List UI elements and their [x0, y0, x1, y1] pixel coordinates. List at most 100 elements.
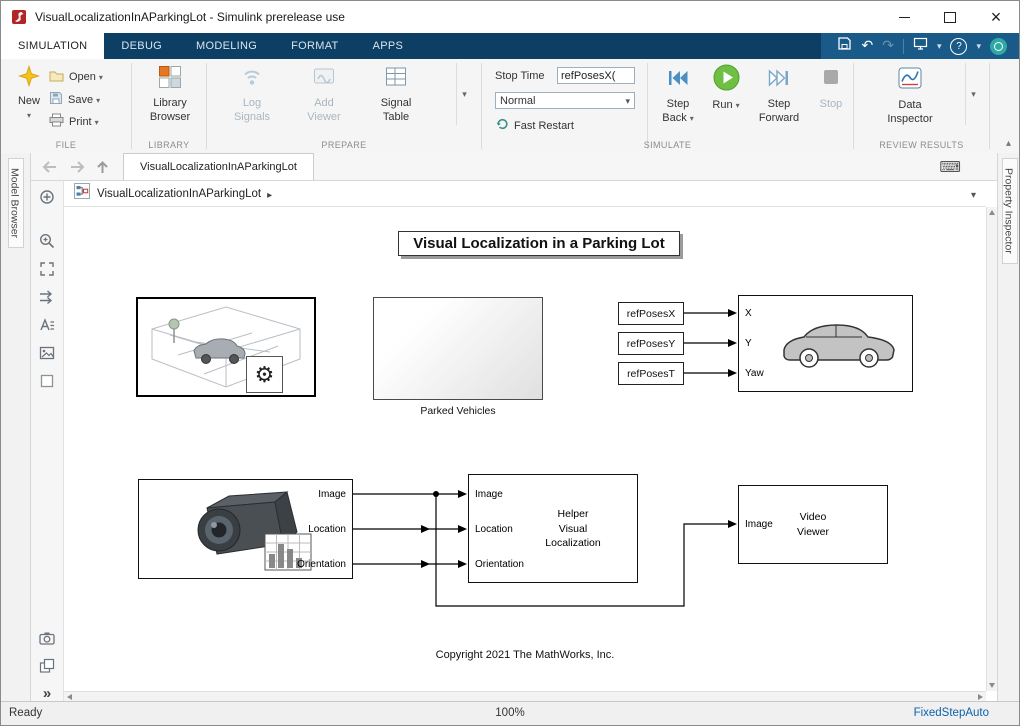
toolstrip: New Open Save Print FILE: [1, 59, 1019, 154]
undo-icon[interactable]: [861, 37, 873, 55]
section-label-library: LIBRARY: [132, 140, 206, 150]
help-icon[interactable]: [950, 38, 967, 55]
car-icon: [774, 312, 904, 376]
port-label-image: Image: [318, 490, 346, 500]
breadcrumb-arrow-icon[interactable]: [261, 185, 272, 203]
ribbon-tab-bar: SIMULATION DEBUG MODELING FORMAT APPS: [1, 33, 1019, 59]
tab-format[interactable]: FORMAT: [274, 33, 355, 59]
stop-button[interactable]: Stop: [813, 64, 849, 112]
open-button[interactable]: Open: [49, 69, 103, 85]
save-disk-icon: [49, 91, 63, 108]
signal-table-button[interactable]: Signal Table: [363, 65, 429, 124]
scroll-up-icon[interactable]: [989, 210, 995, 215]
model-canvas[interactable]: Visual Localization in a Parking Lot: [64, 207, 986, 691]
section-label-review-results: REVIEW RESULTS: [854, 140, 989, 150]
step-back-button[interactable]: Step Back: [655, 66, 701, 125]
close-icon[interactable]: [973, 1, 1019, 33]
forward-icon[interactable]: [69, 161, 85, 173]
add-viewer-button[interactable]: Add Viewer: [291, 65, 357, 124]
prepare-gallery-expand-icon[interactable]: [456, 63, 472, 125]
scroll-down-icon[interactable]: [989, 683, 995, 688]
chevron-down-icon: [27, 112, 31, 121]
port-label-y: Y: [745, 339, 752, 349]
tab-simulation[interactable]: SIMULATION: [1, 33, 104, 59]
refposesy-block[interactable]: refPosesY: [618, 332, 684, 355]
simulation-mode-select[interactable]: Normal: [495, 92, 635, 109]
log-signals-icon: [240, 65, 264, 94]
maximize-icon[interactable]: [927, 1, 973, 33]
fast-restart-toggle[interactable]: Fast Restart: [495, 117, 574, 134]
gear-icon[interactable]: [246, 356, 283, 393]
parked-vehicles-block[interactable]: [373, 297, 543, 400]
solver-link[interactable]: FixedStepAuto: [914, 707, 989, 719]
screenshot-camera-icon[interactable]: [31, 626, 63, 650]
scroll-left-icon[interactable]: [67, 694, 72, 700]
vehicle-body-block[interactable]: X Y Yaw: [738, 295, 913, 392]
divider: [481, 63, 482, 149]
review-gallery-expand-icon[interactable]: [965, 63, 981, 125]
breadcrumb: VisualLocalizationInAParkingLot: [64, 181, 986, 207]
minimize-icon[interactable]: [881, 1, 927, 33]
breadcrumb-model-name[interactable]: VisualLocalizationInAParkingLot: [97, 188, 261, 200]
tab-debug[interactable]: DEBUG: [104, 33, 179, 59]
model-badge-icon: [74, 183, 90, 204]
refposest-block[interactable]: refPosesT: [618, 362, 684, 385]
chevron-down-icon: [625, 95, 630, 107]
right-panel-strip: Property Inspector: [997, 153, 1020, 701]
document-tab[interactable]: VisualLocalizationInAParkingLot: [123, 153, 314, 180]
editor-palette: [31, 181, 64, 701]
library-browser-button[interactable]: Library Browser: [139, 65, 201, 124]
add-viewer-icon: [312, 65, 336, 94]
section-label-file: FILE: [1, 140, 131, 150]
tab-modeling[interactable]: MODELING: [179, 33, 274, 59]
video-viewer-block[interactable]: Image Video Viewer: [738, 485, 888, 564]
copyright-annotation[interactable]: Copyright 2021 The MathWorks, Inc.: [64, 649, 986, 661]
model-title-annotation[interactable]: Visual Localization in a Parking Lot: [398, 231, 680, 256]
annotation-icon[interactable]: [31, 313, 63, 337]
model-browser-tab[interactable]: Model Browser: [8, 158, 24, 248]
log-signals-button[interactable]: Log Signals: [219, 65, 285, 124]
screenshot-icon[interactable]: [913, 36, 928, 56]
save-button[interactable]: Save: [49, 91, 100, 108]
save-icon[interactable]: [837, 36, 852, 56]
run-button[interactable]: Run: [705, 64, 747, 113]
stop-time-input[interactable]: [557, 67, 635, 84]
tab-apps[interactable]: APPS: [356, 33, 421, 59]
window-title: VisualLocalizationInAParkingLot - Simuli…: [35, 10, 881, 24]
data-inspector-button[interactable]: Data Inspector: [879, 65, 941, 126]
new-button[interactable]: New: [9, 65, 49, 121]
pan-arrows-icon[interactable]: [31, 285, 63, 309]
helper-visual-localization-block[interactable]: Image Location Orientation Helper Visual…: [468, 474, 638, 583]
fit-to-view-icon[interactable]: [31, 257, 63, 281]
scene-config-block[interactable]: [136, 297, 316, 397]
breadcrumb-dropdown-icon[interactable]: [971, 185, 976, 203]
zoom-level[interactable]: 100%: [495, 707, 524, 719]
property-inspector-tab[interactable]: Property Inspector: [1002, 158, 1018, 264]
back-icon[interactable]: [42, 161, 58, 173]
keyboard-shortcuts-icon[interactable]: [939, 158, 961, 176]
parking-lot-3d-icon: [138, 299, 314, 395]
signal-table-icon: [384, 65, 408, 94]
refposesx-block[interactable]: refPosesX: [618, 302, 684, 325]
up-to-parent-icon[interactable]: [96, 160, 109, 174]
assistant-icon[interactable]: [990, 38, 1007, 55]
scroll-right-icon[interactable]: [978, 694, 983, 700]
smart-zoom-icon[interactable]: [31, 185, 63, 209]
parked-vehicles-label: Parked Vehicles: [373, 405, 543, 417]
open-folder-icon: [49, 69, 64, 85]
horizontal-scrollbar[interactable]: [64, 691, 986, 701]
step-forward-button[interactable]: Step Forward: [753, 66, 805, 125]
area-box-icon[interactable]: [31, 369, 63, 393]
redo-icon[interactable]: [882, 37, 894, 55]
zoom-icon[interactable]: [31, 229, 63, 253]
collapse-toolstrip-icon[interactable]: [1006, 137, 1011, 149]
print-button[interactable]: Print: [49, 113, 99, 130]
vertical-scrollbar[interactable]: [986, 207, 997, 691]
divider: [647, 63, 648, 149]
viewmarks-icon[interactable]: [31, 654, 63, 678]
image-annotation-icon[interactable]: [31, 341, 63, 365]
chevron-down-icon[interactable]: [976, 41, 981, 52]
title-bar: VisualLocalizationInAParkingLot - Simuli…: [1, 1, 1019, 33]
camera-block[interactable]: Image Location Orientation: [138, 479, 353, 579]
chevron-down-icon[interactable]: [937, 41, 942, 52]
